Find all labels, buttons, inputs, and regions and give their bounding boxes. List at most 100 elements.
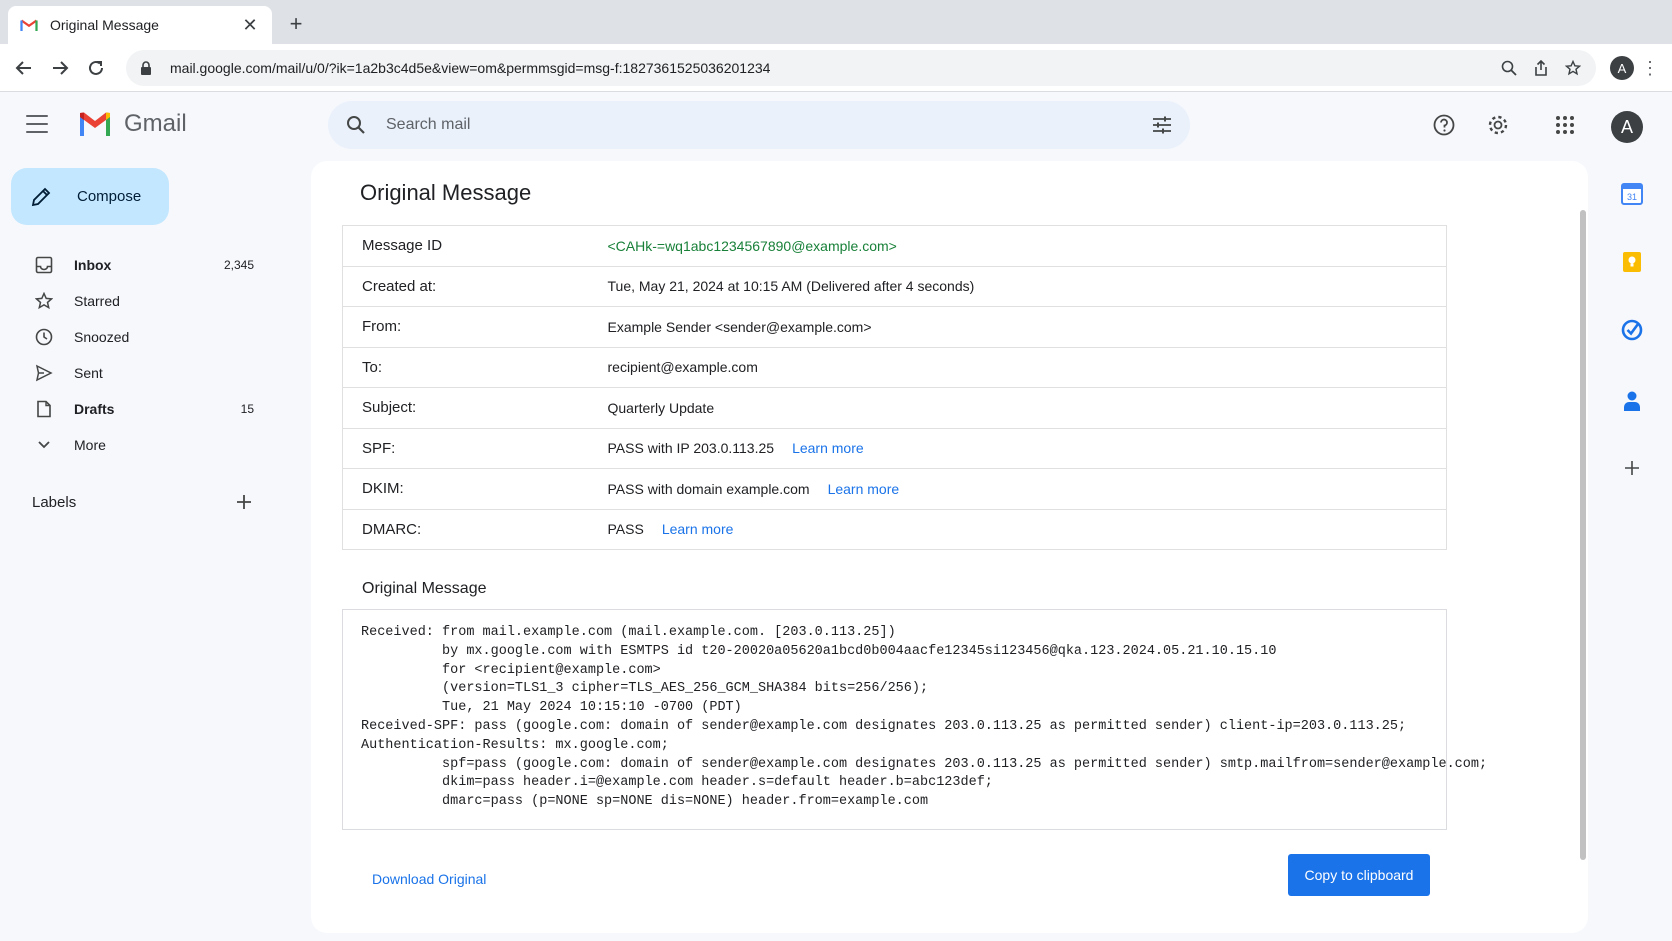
gmail-wordmark[interactable]: Gmail [124, 110, 187, 138]
sidebar-item-label: Drafts [74, 401, 115, 417]
sidebar-item-label: More [74, 437, 106, 453]
dkim-value: PASS with domain example.com [607, 480, 810, 497]
google-apps-icon[interactable] [1553, 113, 1577, 137]
zoom-icon[interactable] [1500, 59, 1518, 77]
sidebar-item-snoozed[interactable]: Snoozed [0, 319, 264, 355]
page-title: Original Message [360, 180, 532, 205]
dkim-learn-more-link[interactable]: Learn more [828, 481, 900, 497]
add-label-icon[interactable] [234, 492, 254, 512]
labels-section: Labels [32, 492, 254, 512]
created-value: Tue, May 21, 2024 at 10:15 AM (Delivered… [607, 278, 975, 295]
copy-to-clipboard-button[interactable]: Copy to clipboard [1288, 854, 1430, 896]
spf-cell: PASS with IP 203.0.113.25 Learn more [608, 428, 1447, 469]
dmarc-value: PASS [607, 521, 644, 538]
search-input[interactable] [386, 116, 1150, 134]
from-value: Example Sender <sender@example.com> [607, 318, 872, 335]
new-tab-button[interactable]: + [284, 12, 308, 36]
calendar-icon[interactable]: 31 [1620, 182, 1644, 206]
browser-tab-strip: Original Message ✕ + [0, 0, 1672, 44]
gmail-header: Gmail A [0, 93, 1672, 157]
main-menu-icon[interactable] [26, 115, 48, 133]
download-original-link[interactable]: Download Original [372, 871, 486, 887]
drafts-count: 15 [240, 402, 254, 416]
browser-toolbar: mail.google.com/mail/u/0/?ik=1a2b3c4d5e&… [0, 44, 1672, 92]
to-label: To: [362, 358, 383, 376]
inbox-count: 2,345 [223, 258, 254, 272]
table-row: DKIM: PASS with domain example.com Learn … [342, 469, 1447, 510]
sidebar-item-more[interactable]: More [0, 427, 264, 463]
share-icon[interactable] [1532, 59, 1550, 77]
get-addons-icon[interactable] [1620, 456, 1644, 480]
back-icon[interactable] [12, 56, 36, 80]
forward-icon[interactable] [48, 56, 72, 80]
table-row: From: Example Sender <sender@example.com… [342, 307, 1447, 347]
table-row: DMARC: PASS Learn more [343, 509, 1447, 550]
search-options-icon[interactable] [1150, 113, 1174, 137]
raw-headers-box[interactable]: Received: from mail.example.com (mail.ex… [342, 609, 1487, 830]
table-row: SPF: PASS with IP 203.0.113.25 Learn more [342, 428, 1447, 469]
gmail-favicon-icon [20, 19, 38, 31]
tab-close-icon[interactable]: ✕ [240, 15, 260, 36]
message-id-value: <CAHk-=wq1abc1234567890@example.com> [607, 237, 897, 254]
chevron-down-icon [34, 435, 54, 455]
inbox-icon [34, 255, 54, 275]
pencil-icon [29, 185, 53, 209]
dmarc-learn-more-link[interactable]: Learn more [662, 521, 734, 537]
tasks-icon[interactable] [1620, 318, 1644, 342]
search-icon[interactable] [344, 113, 368, 137]
sidebar-item-starred[interactable]: Starred [0, 283, 264, 319]
account-avatar[interactable]: A [1611, 111, 1643, 143]
sidebar-item-inbox[interactable]: Inbox 2,345 [0, 247, 264, 283]
raw-headers-text[interactable]: Received: from mail.example.com (mail.ex… [361, 624, 1487, 812]
browser-profile-avatar[interactable]: A [1610, 56, 1634, 80]
browser-menu-icon[interactable]: ⋮ [1641, 56, 1659, 80]
from-label: From: [362, 318, 402, 336]
table-row: Message ID <CAHk-=wq1abc1234567890@examp… [342, 226, 1447, 267]
send-icon [34, 363, 54, 383]
search-bar[interactable] [328, 101, 1190, 149]
spf-learn-more-link[interactable]: Learn more [792, 440, 864, 456]
star-icon [34, 291, 54, 311]
lock-icon[interactable] [140, 61, 158, 75]
tab-title: Original Message [50, 17, 159, 33]
spf-label: SPF: [362, 439, 396, 457]
subject-value: Quarterly Update [607, 399, 715, 416]
table-row: Created at: Tue, May 21, 2024 at 10:15 A… [342, 266, 1447, 307]
message-id-label: Message ID [362, 237, 443, 255]
help-icon[interactable] [1432, 113, 1456, 137]
sidebar-item-label: Snoozed [74, 329, 130, 345]
keep-icon[interactable] [1620, 250, 1644, 274]
contacts-icon[interactable] [1620, 389, 1644, 413]
labels-title: Labels [32, 493, 77, 511]
spf-value: PASS with IP 203.0.113.25 [607, 440, 775, 457]
dkim-cell: PASS with domain example.com Learn more [608, 469, 1447, 510]
gmail-logo-icon[interactable] [78, 111, 112, 137]
url-text[interactable]: mail.google.com/mail/u/0/?ik=1a2b3c4d5e&… [170, 60, 1500, 76]
draft-icon [34, 399, 54, 419]
message-id-cell: <CAHk-=wq1abc1234567890@example.com> [608, 226, 1447, 267]
dmarc-cell: PASS Learn more [608, 509, 1447, 550]
bookmark-star-icon[interactable] [1564, 59, 1582, 77]
compose-label: Compose [77, 188, 142, 205]
address-bar[interactable]: mail.google.com/mail/u/0/?ik=1a2b3c4d5e&… [126, 50, 1596, 86]
sidebar-item-sent[interactable]: Sent [0, 355, 264, 391]
calendar-day-text: 31 [1627, 192, 1637, 202]
message-metadata-table: Message ID <CAHk-=wq1abc1234567890@examp… [342, 225, 1447, 550]
original-message-heading: Original Message [362, 580, 487, 597]
settings-gear-icon[interactable] [1486, 113, 1510, 137]
reload-icon[interactable] [84, 56, 108, 80]
sidebar-item-label: Inbox [74, 257, 112, 273]
to-value: recipient@example.com [607, 359, 758, 376]
browser-tab[interactable]: Original Message ✕ [8, 6, 272, 44]
content-scrollbar[interactable] [1580, 210, 1586, 860]
sidebar-nav: Inbox 2,345 Starred Snoozed Sent Drafts … [0, 247, 264, 463]
table-row: To: recipient@example.com [342, 347, 1447, 388]
compose-button[interactable]: Compose [11, 168, 169, 225]
sidebar-item-drafts[interactable]: Drafts 15 [0, 391, 264, 427]
dmarc-label: DMARC: [362, 520, 422, 538]
created-label: Created at: [362, 277, 437, 295]
dkim-label: DKIM: [362, 480, 404, 498]
subject-label: Subject: [362, 399, 417, 417]
table-row: Subject: Quarterly Update [342, 388, 1447, 428]
sidebar-item-label: Sent [74, 365, 103, 381]
